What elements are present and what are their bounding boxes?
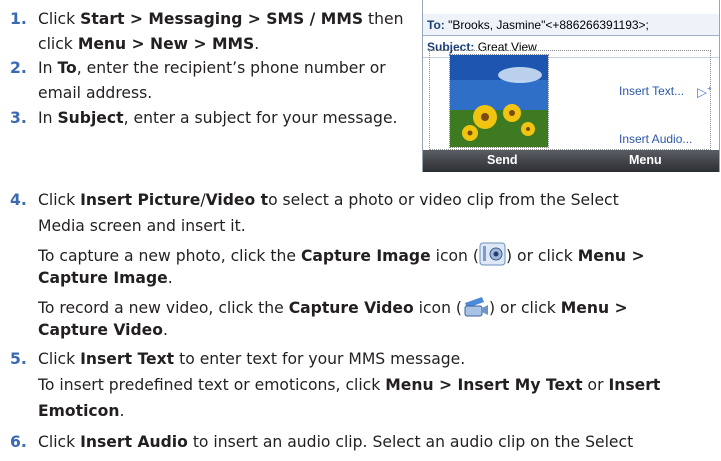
insert-audio-link[interactable]: Insert Audio... — [619, 132, 692, 146]
text-run: icon ( — [413, 299, 463, 317]
menu-softkey[interactable]: Menu — [629, 153, 662, 167]
step-text-line: click Menu > New > MMS. — [38, 34, 259, 54]
step-text-line: Click Insert Text to enter text for your… — [38, 349, 465, 369]
text-run: ) or click — [489, 299, 561, 317]
camera-icon — [479, 242, 506, 266]
text-run: o select a photo or video clip from the … — [268, 191, 619, 209]
text-run: In — [38, 109, 58, 127]
bold-term: Insert Text — [80, 350, 175, 368]
bold-term: Capture Video — [38, 321, 163, 339]
text-run: Click — [38, 350, 81, 368]
text-run: Click — [38, 191, 81, 209]
step-text-line: Click Insert Picture/Video to select a p… — [38, 190, 619, 210]
step-text-line: To capture a new photo, click the Captur… — [38, 242, 645, 266]
bold-term: Insert — [608, 376, 661, 394]
text-run: . — [167, 269, 173, 287]
step-text-line: To insert predefined text or emoticons, … — [38, 375, 660, 395]
insert-text-link[interactable]: Insert Text... — [619, 84, 684, 98]
bold-term: Menu > New > MMS — [77, 35, 255, 53]
text-run: Click — [38, 10, 81, 28]
step-text-line: Click Insert Audio to insert an audio cl… — [38, 432, 633, 452]
step-number: 3. — [10, 109, 27, 127]
text-run: To capture a new photo, click the — [38, 247, 301, 265]
step-text-line: To record a new video, click the Capture… — [38, 294, 628, 318]
text-run: click — [38, 35, 78, 53]
text-run: icon ( — [430, 247, 479, 265]
bold-term: Capture Video — [288, 299, 414, 317]
step-number: 1. — [10, 10, 27, 28]
bold-term: Insert Picture — [80, 191, 201, 209]
bold-term: Menu > — [577, 247, 645, 265]
step-number: 6. — [10, 433, 27, 451]
send-softkey[interactable]: Send — [487, 153, 518, 167]
text-run: , enter the recipient’s phone number or — [76, 59, 386, 77]
bold-term: Subject — [57, 109, 124, 127]
bold-term: Menu > Insert My Text — [385, 376, 583, 394]
next-arrow-icon[interactable]: ▷+ — [697, 84, 712, 100]
text-run: ) or click — [505, 247, 578, 265]
step-text-line: Capture Video. — [38, 320, 168, 340]
step-text-line: In To, enter the recipient’s phone numbe… — [38, 58, 386, 78]
to-row: To: "Brooks, Jasmine"<+886266391193>; — [423, 14, 719, 36]
text-run: then — [363, 10, 404, 28]
bold-term: Menu > — [560, 299, 628, 317]
step-text-line: Emoticon. — [38, 401, 124, 421]
text-run: To record a new video, click the — [38, 299, 289, 317]
bold-term: Capture Image — [38, 269, 168, 287]
step-text-line: Click Start > Messaging > SMS / MMS then — [38, 9, 404, 29]
video-camera-icon — [464, 297, 489, 317]
bold-term: Insert Audio — [80, 433, 188, 451]
text-run: . — [162, 321, 168, 339]
step-text-line: In Subject, enter a subject for your mes… — [38, 108, 398, 128]
mms-compose-screenshot: To: "Brooks, Jasmine"<+886266391193>; Su… — [422, 0, 720, 172]
text-run: . — [119, 402, 125, 420]
flower-photo-thumbnail — [449, 54, 549, 148]
text-run: to enter text for your MMS message. — [174, 350, 466, 368]
step-text-line: Capture Image. — [38, 268, 173, 288]
step-number: 4. — [10, 191, 27, 209]
photo-image — [450, 55, 548, 147]
bold-term: Emoticon — [38, 402, 120, 420]
bold-term: Video t — [205, 191, 269, 209]
step-text-line: email address. — [38, 83, 152, 103]
to-label: To: — [427, 18, 445, 32]
bold-term: Start > Messaging > SMS / MMS — [80, 10, 364, 28]
bold-term: Capture Image — [300, 247, 431, 265]
step-number: 5. — [10, 350, 27, 368]
text-run: or — [582, 376, 609, 394]
text-run: To insert predefined text or emoticons, … — [38, 376, 386, 394]
text-run: Media screen and insert it. — [38, 217, 246, 235]
text-run: . — [254, 35, 260, 53]
text-run: In — [38, 59, 58, 77]
text-run: to insert an audio clip. Select an audio… — [187, 433, 634, 451]
to-value: "Brooks, Jasmine"<+886266391193>; — [448, 18, 649, 32]
step-text-line: Media screen and insert it. — [38, 216, 246, 236]
text-run: email address. — [38, 84, 153, 102]
bold-term: To — [57, 59, 77, 77]
text-run: Click — [38, 433, 81, 451]
soft-key-bar: Send Menu — [423, 150, 719, 172]
step-number: 2. — [10, 59, 27, 77]
text-run: , enter a subject for your message. — [123, 109, 398, 127]
